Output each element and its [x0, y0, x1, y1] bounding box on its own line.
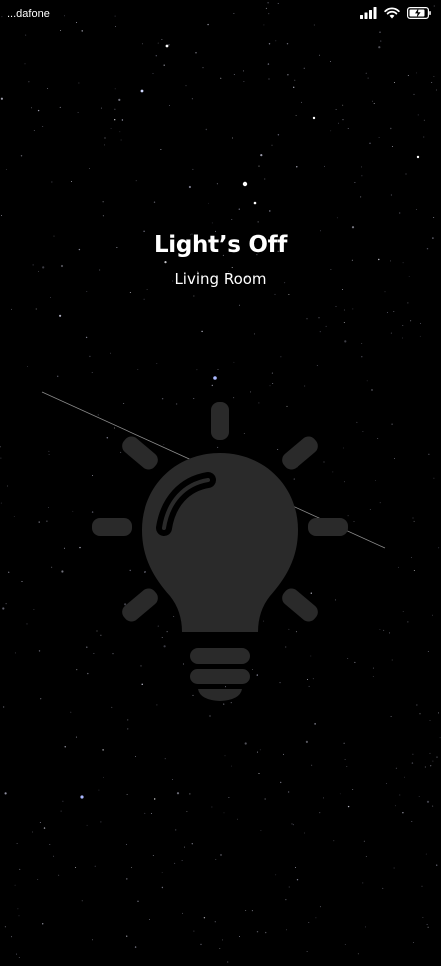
status-icons [360, 7, 431, 19]
room-name: Living Room [174, 270, 267, 288]
wifi-icon [384, 7, 400, 19]
carrier-label: ...dafone [7, 8, 50, 20]
battery-charging-icon [407, 7, 431, 19]
signal-icon [360, 7, 377, 19]
status-bar: ...dafone [0, 0, 441, 30]
light-status-title: Light’s Off [153, 232, 288, 258]
lightbulb-icon[interactable] [90, 398, 350, 708]
